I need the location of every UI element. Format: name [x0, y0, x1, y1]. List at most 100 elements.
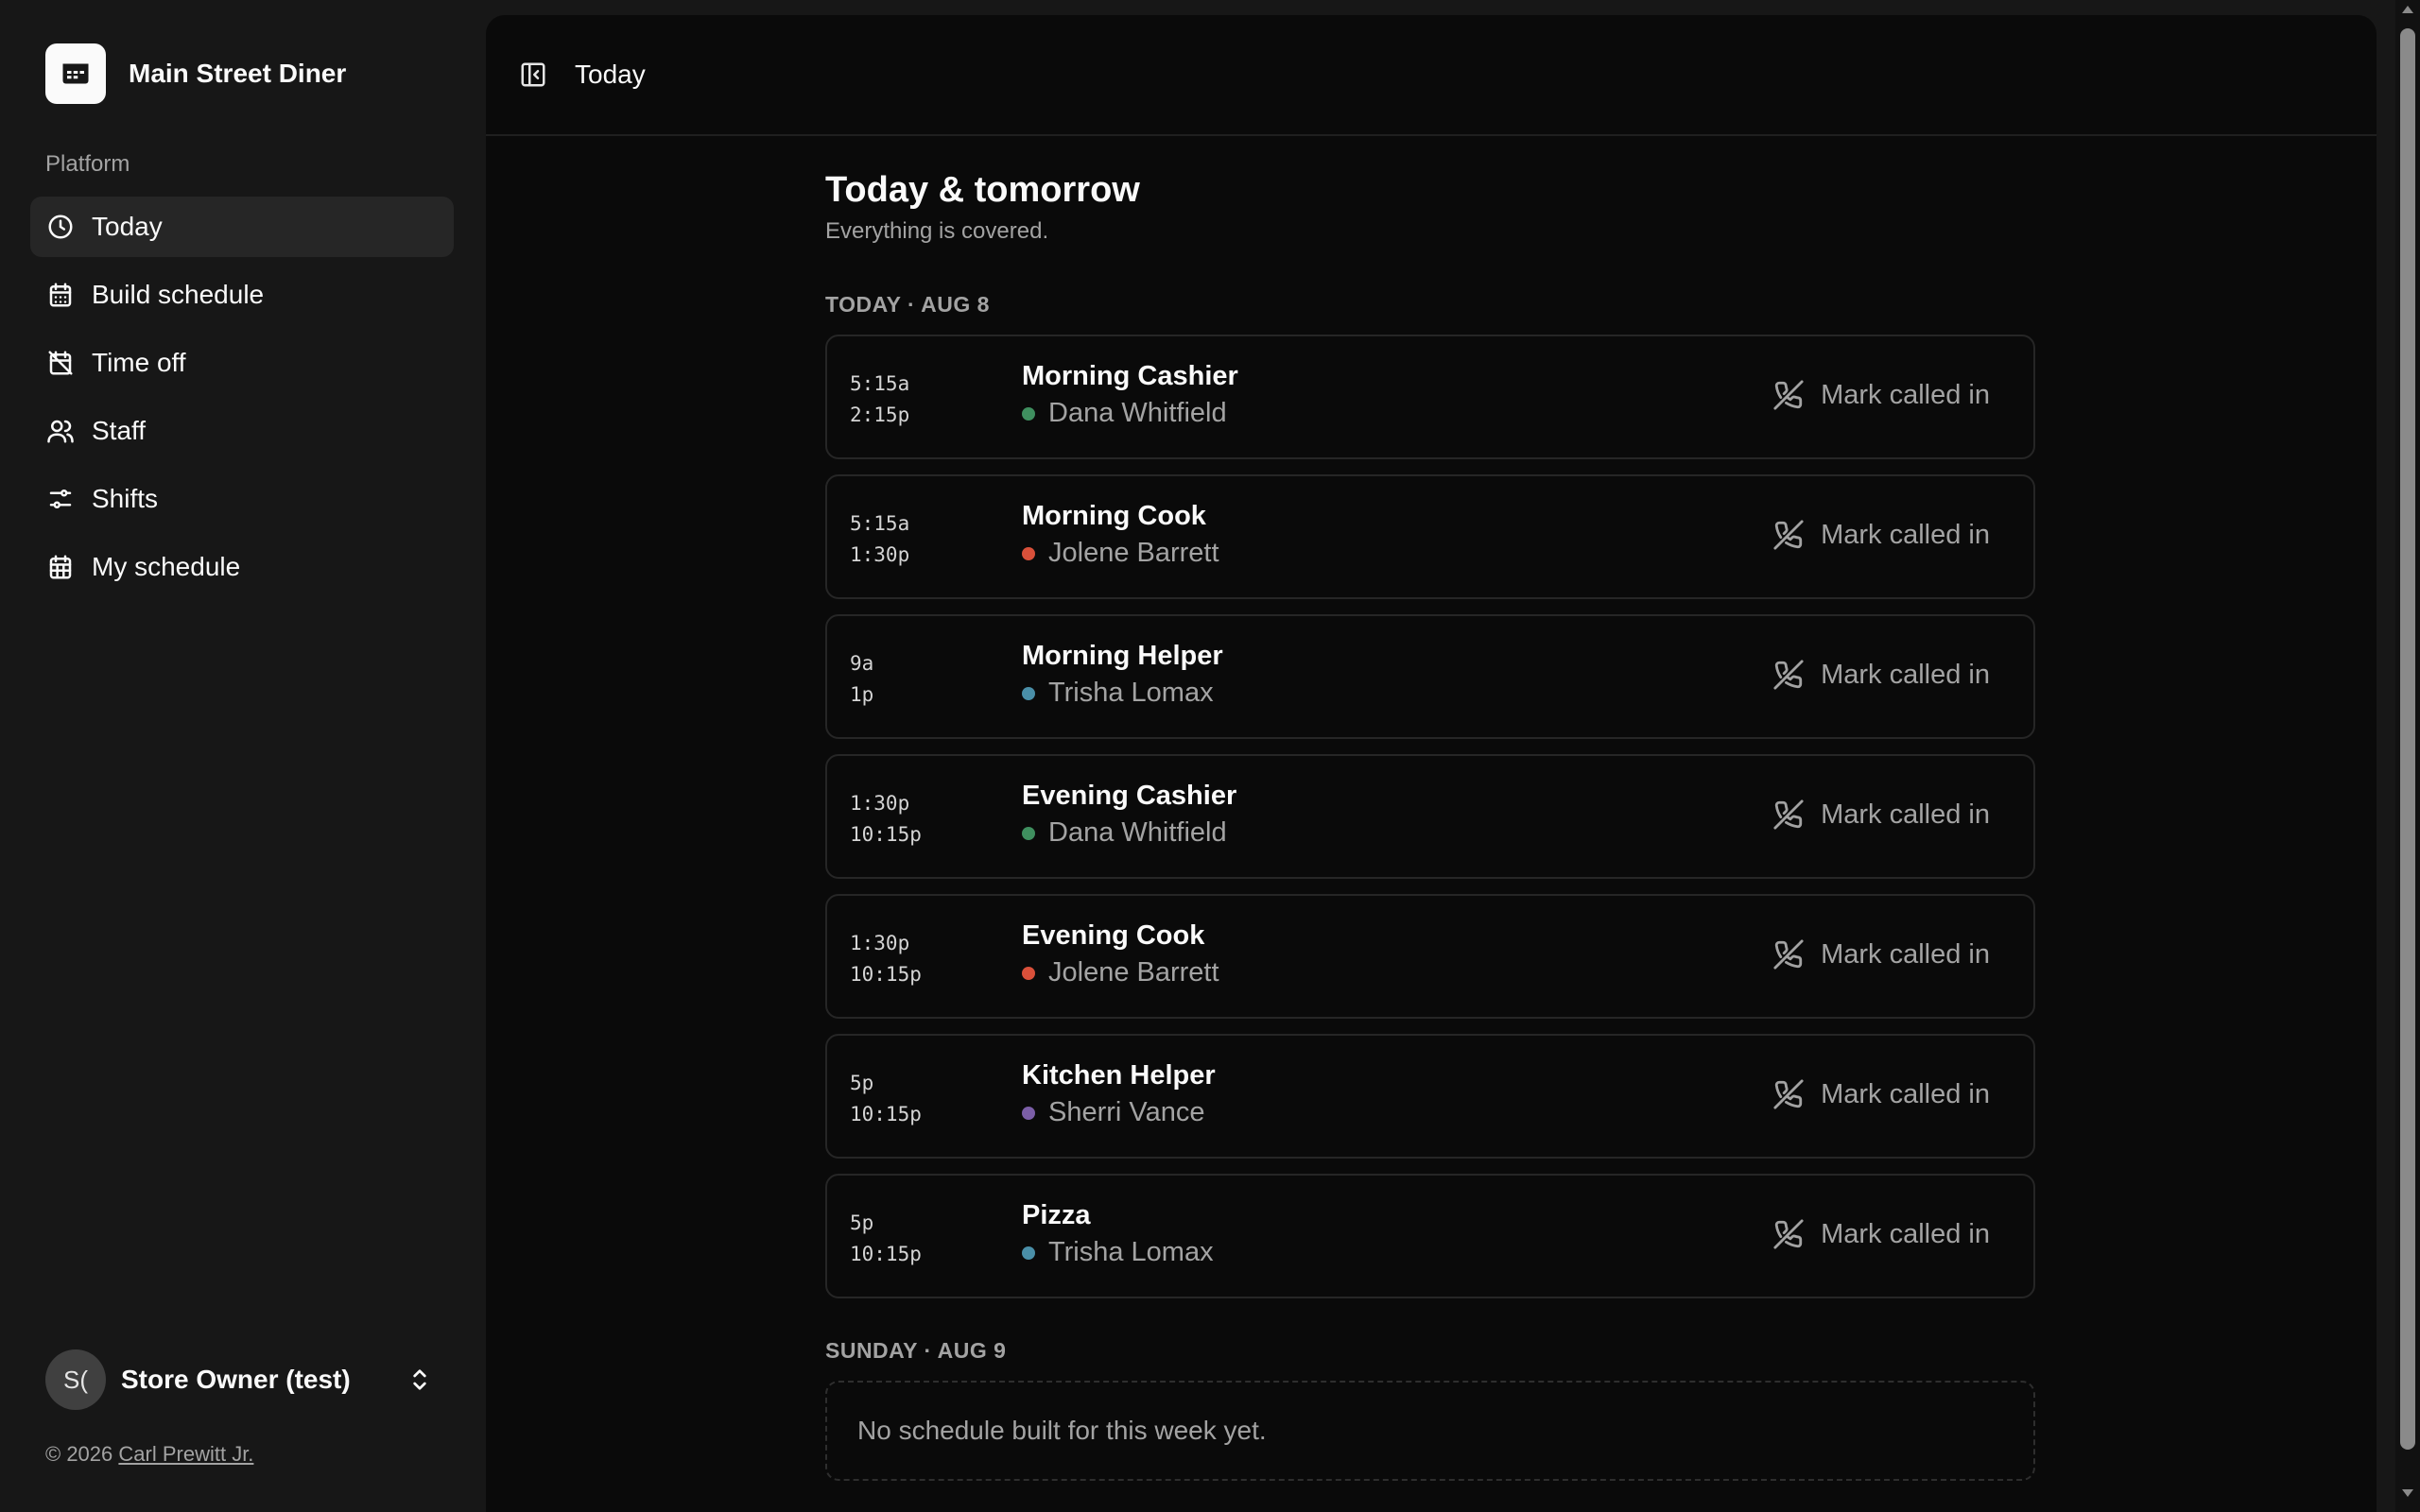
calendar-grid-icon — [45, 552, 76, 582]
mark-called-in-label: Mark called in — [1821, 1218, 1990, 1249]
staff-color-dot — [1022, 1246, 1035, 1260]
sidebar-item-today[interactable]: Today — [30, 197, 454, 257]
sidebar-item-label: My schedule — [92, 552, 241, 581]
sidebar-item-build-schedule[interactable]: Build schedule — [30, 265, 454, 325]
mark-called-in-button[interactable]: Mark called in — [1772, 378, 1990, 412]
phone-off-icon — [1772, 1077, 1806, 1111]
calendar-off-icon — [45, 348, 76, 378]
shift-times: 5:15a 2:15p — [850, 369, 909, 431]
scrollbar[interactable] — [2395, 0, 2420, 1512]
shift-end-time: 1:30p — [850, 543, 910, 566]
page-breadcrumb: Today — [575, 60, 646, 89]
shift-card: 9a 1p Morning Helper Trisha Lomax Mark calle… — [825, 614, 2035, 739]
shift-info: Morning Cook Jolene Barrett — [1022, 501, 1219, 569]
shift-end-time: 10:15p — [850, 823, 922, 846]
staff-color-dot — [1022, 826, 1035, 840]
shift-times: 1:30p 10:15p — [850, 788, 922, 850]
shift-assignee-name: Dana Whitfield — [1048, 398, 1227, 428]
footer: © 2026 Carl Prewitt Jr. — [45, 1442, 253, 1467]
mark-called-in-label: Mark called in — [1821, 379, 1990, 410]
staff-color-dot — [1022, 406, 1035, 421]
shift-info: Morning Helper Trisha Lomax — [1022, 641, 1223, 709]
clock-icon — [45, 212, 76, 242]
phone-off-icon — [1772, 937, 1806, 971]
scrollbar-thumb[interactable] — [2400, 28, 2415, 1450]
staff-color-dot — [1022, 1106, 1035, 1120]
staff-color-dot — [1022, 686, 1035, 700]
mark-called-in-label: Mark called in — [1821, 519, 1990, 550]
mark-called-in-button[interactable]: Mark called in — [1772, 1077, 1990, 1111]
phone-off-icon — [1772, 798, 1806, 832]
shift-end-time: 10:15p — [850, 1103, 922, 1125]
page-subtitle: Everything is covered. — [825, 218, 1049, 244]
sidebar-item-label: Staff — [92, 416, 147, 445]
sidebar-item-label: Time off — [92, 348, 186, 377]
sidebar-item-label: Shifts — [92, 484, 159, 513]
staff-color-dot — [1022, 966, 1035, 980]
shift-start-time: 1:30p — [850, 792, 910, 815]
calendar-days-icon — [45, 280, 76, 310]
sidebar-item-staff[interactable]: Staff — [30, 401, 454, 461]
sidebar: Main Street Diner Platform Today Build s… — [0, 0, 484, 1512]
shift-role: Morning Helper — [1022, 641, 1223, 671]
scroll-up-arrow-icon[interactable] — [2402, 6, 2413, 13]
tomorrow-section-label: SUNDAY · AUG 9 — [825, 1338, 1007, 1363]
shift-assignee-name: Trisha Lomax — [1048, 678, 1214, 708]
shift-start-time: 1:30p — [850, 932, 910, 954]
content: Today & tomorrow Everything is covered. … — [825, 170, 2035, 1481]
sidebar-nav: Today Build schedule Time off Staff Shif… — [30, 197, 454, 605]
shift-end-time: 1p — [850, 683, 874, 706]
sidebar-item-label: Build schedule — [92, 280, 265, 309]
shift-role: Evening Cashier — [1022, 781, 1237, 811]
brand[interactable]: Main Street Diner — [45, 43, 346, 104]
shift-card: 5p 10:15p Pizza Trisha Lomax Mark called in — [825, 1174, 2035, 1298]
shift-end-time: 10:15p — [850, 963, 922, 986]
shift-role: Pizza — [1022, 1200, 1091, 1230]
sliders-icon — [45, 484, 76, 514]
shift-info: Morning Cashier Dana Whitfield — [1022, 361, 1238, 429]
main-panel: Today Today & tomorrow Everything is cov… — [486, 15, 2377, 1512]
copyright-text: © 2026 — [45, 1442, 113, 1466]
brand-name: Main Street Diner — [129, 59, 347, 88]
shift-times: 5p 10:15p — [850, 1068, 922, 1130]
sidebar-item-shifts[interactable]: Shifts — [30, 469, 454, 529]
shift-card: 5:15a 2:15p Morning Cashier Dana Whitfield M… — [825, 335, 2035, 459]
user-menu[interactable]: S( Store Owner (test) — [30, 1342, 454, 1418]
shift-card: 1:30p 10:15p Evening Cook Jolene Barrett Mar… — [825, 894, 2035, 1019]
mark-called-in-button[interactable]: Mark called in — [1772, 937, 1990, 971]
shift-assignee: Trisha Lomax — [1022, 1237, 1214, 1268]
shift-end-time: 2:15p — [850, 404, 910, 426]
avatar: S( — [45, 1349, 106, 1410]
shift-assignee: Dana Whitfield — [1022, 817, 1236, 849]
shift-assignee-name: Jolene Barrett — [1048, 957, 1219, 988]
sidebar-item-my-schedule[interactable]: My schedule — [30, 537, 454, 597]
today-section-label: TODAY · AUG 8 — [825, 292, 990, 317]
shift-start-time: 5p — [850, 1211, 874, 1234]
sidebar-item-label: Today — [92, 212, 163, 241]
mark-called-in-button[interactable]: Mark called in — [1772, 518, 1990, 552]
mark-called-in-button[interactable]: Mark called in — [1772, 1217, 1990, 1251]
scroll-down-arrow-icon[interactable] — [2402, 1489, 2413, 1497]
mark-called-in-button[interactable]: Mark called in — [1772, 798, 1990, 832]
shift-info: Kitchen Helper Sherri Vance — [1022, 1060, 1216, 1128]
top-bar: Today — [486, 15, 2377, 136]
shift-start-time: 5:15a — [850, 512, 910, 535]
phone-off-icon — [1772, 378, 1806, 412]
shift-info: Evening Cook Jolene Barrett — [1022, 920, 1219, 988]
mark-called-in-label: Mark called in — [1821, 659, 1990, 690]
sidebar-item-time-off[interactable]: Time off — [30, 333, 454, 393]
shift-times: 9a 1p — [850, 648, 873, 711]
shift-role: Evening Cook — [1022, 920, 1205, 951]
mark-called-in-button[interactable]: Mark called in — [1772, 658, 1990, 692]
app: Main Street Diner Platform Today Build s… — [0, 0, 2420, 1512]
shift-info: Pizza Trisha Lomax — [1022, 1200, 1214, 1268]
chevrons-up-down-icon — [405, 1365, 435, 1395]
shift-assignee: Jolene Barrett — [1022, 957, 1219, 988]
shift-times: 5p 10:15p — [850, 1208, 922, 1270]
author-link[interactable]: Carl Prewitt Jr. — [118, 1442, 253, 1466]
sidebar-toggle-icon[interactable] — [518, 60, 548, 90]
page-title: Today & tomorrow — [825, 170, 1140, 210]
shift-assignee-name: Dana Whitfield — [1048, 817, 1227, 848]
shift-assignee-name: Trisha Lomax — [1048, 1237, 1214, 1267]
store-logo-icon — [45, 43, 106, 104]
